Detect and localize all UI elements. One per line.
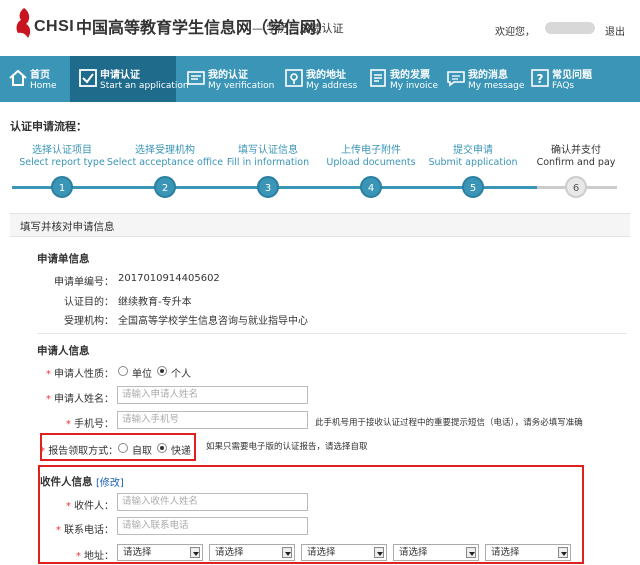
- chevron-down-icon: [374, 547, 384, 558]
- message-icon: [447, 71, 465, 87]
- office-label: 受理机构：: [64, 316, 114, 327]
- pickup-hint: 如果只需要电子版的认证报告，请选择自取: [206, 442, 368, 452]
- recipient-info-title: 收件人信息: [40, 476, 93, 488]
- home-icon: [9, 69, 27, 86]
- invoice-icon: [370, 69, 386, 87]
- step-6-label: 确认并支付: [551, 145, 601, 156]
- location-icon: [285, 69, 303, 87]
- welcome-text: 欢迎您，: [495, 27, 535, 38]
- step-6-label-en: Confirm and pay: [536, 157, 616, 168]
- nav-my-invoice[interactable]: 我的发票 My invoice: [360, 56, 438, 102]
- radio-individual-label: 个人: [171, 369, 191, 380]
- step-2-label: 选择受理机构: [135, 145, 195, 156]
- purpose-label: 认证目的：: [64, 297, 114, 308]
- applicant-name-label: * 申请人姓名：: [45, 394, 114, 405]
- divider: [37, 333, 627, 334]
- step-1-label-en: Select report type: [19, 157, 105, 168]
- certificate-icon: [187, 71, 205, 85]
- nav-faqs[interactable]: ? 常见问题 FAQs: [522, 56, 602, 102]
- section-title: 填写并核对申请信息: [20, 221, 115, 233]
- applicant-name-input[interactable]: 请输入申请人姓名: [117, 386, 308, 404]
- recipient-name-label: * 收件人：: [65, 501, 114, 512]
- main-nav: 首页 Home 申请认证 Start an application 我的认证 M…: [0, 56, 640, 102]
- address-street-select[interactable]: 请选择: [393, 544, 479, 561]
- phone-input[interactable]: 请输入手机号: [117, 411, 308, 429]
- logo-text: CHSI: [34, 18, 75, 35]
- logout-link[interactable]: 退出: [605, 23, 625, 38]
- step-6-dot: 6: [565, 176, 587, 198]
- step-2-label-en: Select acceptance office: [106, 157, 224, 168]
- address-province-select[interactable]: 请选择: [117, 544, 203, 561]
- chevron-down-icon: [466, 547, 476, 558]
- question-icon: ?: [531, 69, 549, 87]
- nav-my-message[interactable]: 我的消息 My message: [438, 56, 524, 102]
- step-4-label-en: Upload documents: [326, 157, 416, 168]
- step-4-dot: 4: [360, 176, 382, 198]
- radio-unit[interactable]: [118, 366, 128, 376]
- step-5-dot: 5: [462, 176, 484, 198]
- step-3-dot: 3: [257, 176, 279, 198]
- recipient-name-input[interactable]: 请输入收件人姓名: [117, 493, 308, 511]
- radio-individual[interactable]: [157, 366, 167, 376]
- radio-express[interactable]: [157, 443, 167, 453]
- step-4-label: 上传电子附件: [341, 145, 401, 156]
- step-3-label-en: Fill in information: [226, 157, 310, 168]
- recipient-edit-link[interactable]: [修改]: [96, 474, 124, 489]
- chevron-down-icon: [282, 547, 292, 558]
- step-1-label: 选择认证项目: [32, 145, 92, 156]
- nav-my-verification[interactable]: 我的认证 My verification: [178, 56, 274, 102]
- step-1-dot: 1: [51, 176, 73, 198]
- order-number-label: 申请单编号：: [54, 277, 114, 288]
- address-community-select[interactable]: 请选择: [485, 544, 571, 561]
- svg-text:?: ?: [537, 72, 544, 86]
- step-5-label: 提交申请: [453, 145, 493, 156]
- applicant-type-label: * 申请人性质：: [45, 369, 114, 380]
- radio-express-label: 快递: [171, 446, 191, 457]
- phone-label: * 手机号：: [65, 419, 114, 430]
- step-5-label-en: Submit application: [428, 157, 518, 168]
- address-city-select[interactable]: 请选择: [209, 544, 295, 561]
- order-info-title: 申请单信息: [37, 253, 90, 265]
- address-label: * 地址：: [75, 551, 114, 562]
- site-header: CHSI 中国高等教育学生信息网（学信网） — 学历与成绩认证 欢迎您， 退出: [0, 0, 640, 50]
- applicant-info-title: 申请人信息: [37, 345, 90, 357]
- site-subtitle: — 学历与成绩认证: [252, 22, 344, 35]
- radio-unit-label: 单位: [132, 369, 152, 380]
- office-value: 全国高等学校学生信息咨询与就业指导中心: [118, 316, 308, 327]
- nav-home[interactable]: 首页 Home: [0, 56, 62, 102]
- pickup-label: * 报告领取方式：: [40, 446, 119, 457]
- radio-self-pickup[interactable]: [118, 443, 128, 453]
- purpose-value: 继续教育-专升本: [118, 297, 192, 308]
- nav-start-application[interactable]: 申请认证 Start an application: [70, 56, 189, 102]
- chevron-down-icon: [558, 547, 568, 558]
- order-number-value: 2017010914405602: [118, 273, 220, 284]
- step-2-dot: 2: [154, 176, 176, 198]
- phone-hint: 此手机号用于接收认证过程中的重要提示短信（电话），请务必填写准确: [315, 418, 583, 428]
- recipient-phone-label: * 联系电话：: [55, 525, 114, 536]
- step-3-label: 填写认证信息: [238, 145, 298, 156]
- username-redacted: [545, 22, 595, 34]
- checkbox-icon: [79, 69, 97, 87]
- address-district-select[interactable]: 请选择: [301, 544, 387, 561]
- chevron-down-icon: [190, 547, 200, 558]
- logo-icon: [16, 8, 31, 38]
- flow-title: 认证申请流程：: [10, 120, 87, 133]
- recipient-phone-input[interactable]: 请输入联系电话: [117, 517, 308, 535]
- radio-self-pickup-label: 自取: [132, 446, 152, 457]
- section-header: 填写并核对申请信息: [10, 213, 630, 237]
- nav-my-address[interactable]: 我的地址 My address: [276, 56, 358, 102]
